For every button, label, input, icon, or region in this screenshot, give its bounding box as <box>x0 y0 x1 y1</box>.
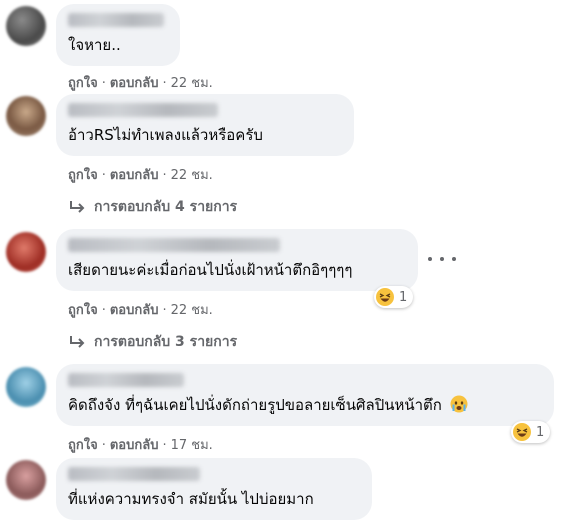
separator: · <box>162 303 167 318</box>
author-name[interactable] <box>68 238 280 252</box>
avatar[interactable] <box>6 232 46 272</box>
comment-actions: ถูกใจ · ตอบกลับ · 22 ชม. <box>68 72 213 93</box>
reply-link[interactable]: ตอบกลับ <box>110 168 159 183</box>
view-replies-link[interactable]: การตอบกลับ 3 รายการ <box>68 331 237 353</box>
reaction-count: 1 <box>536 424 545 440</box>
reply-link[interactable]: ตอบกลับ <box>110 303 159 318</box>
timestamp[interactable]: 22 ชม. <box>171 168 213 183</box>
separator: · <box>101 438 106 453</box>
author-name[interactable] <box>68 467 200 481</box>
comment-bubble: อ้าวRSไม่ทำเพลงแล้วหรือครับ <box>56 94 354 156</box>
comment-bubble: ใจหาย.. <box>56 4 180 66</box>
haha-reaction-icon <box>376 288 394 306</box>
comment-text: ที่แห่งความทรงจำ สมัยนั้น ไปบ่อยมาก <box>68 490 314 508</box>
crying-face-icon <box>450 395 468 418</box>
avatar[interactable] <box>6 367 46 407</box>
author-name[interactable] <box>68 13 164 27</box>
comment-text: เสียดายนะค่ะเมื่อก่อนไปนั่งเฝ้าหน้าตึกอิ… <box>68 261 353 279</box>
reply-arrow-icon <box>70 201 85 213</box>
reaction-summary[interactable]: 1 <box>374 286 414 308</box>
separator: · <box>101 168 106 183</box>
more-options-icon[interactable] <box>428 252 456 266</box>
reply-link[interactable]: ตอบกลับ <box>110 76 159 91</box>
like-link[interactable]: ถูกใจ <box>68 76 98 91</box>
reply-arrow-icon <box>70 336 85 348</box>
like-link[interactable]: ถูกใจ <box>68 168 98 183</box>
timestamp[interactable]: 22 ชม. <box>171 76 213 91</box>
timestamp[interactable]: 17 ชม. <box>171 438 213 453</box>
separator: · <box>101 303 106 318</box>
comment-text: คิดถึงจัง ที่ๆฉันเคยไปนั่งดักถ่ายรูปขอลา… <box>68 395 468 418</box>
comment-bubble: เสียดายนะค่ะเมื่อก่อนไปนั่งเฝ้าหน้าตึกอิ… <box>56 229 418 291</box>
author-name[interactable] <box>68 103 218 117</box>
avatar[interactable] <box>6 460 46 500</box>
separator: · <box>101 76 106 91</box>
comment-text-content: คิดถึงจัง ที่ๆฉันเคยไปนั่งดักถ่ายรูปขอลา… <box>68 396 442 414</box>
separator: · <box>162 438 167 453</box>
author-name[interactable] <box>68 373 184 387</box>
replies-count-label: การตอบกลับ 4 รายการ <box>94 199 238 215</box>
comment-text: ใจหาย.. <box>68 36 121 54</box>
reply-link[interactable]: ตอบกลับ <box>110 438 159 453</box>
comment-actions: ถูกใจ · ตอบกลับ · 22 ชม. <box>68 299 213 320</box>
avatar[interactable] <box>6 96 46 136</box>
comment-actions: ถูกใจ · ตอบกลับ · 22 ชม. <box>68 164 213 185</box>
view-replies-link[interactable]: การตอบกลับ 4 รายการ <box>68 196 237 218</box>
haha-reaction-icon <box>513 423 531 441</box>
comment-actions: ถูกใจ · ตอบกลับ · 17 ชม. <box>68 434 213 455</box>
comment-bubble: ที่แห่งความทรงจำ สมัยนั้น ไปบ่อยมาก <box>56 458 372 520</box>
replies-count-label: การตอบกลับ 3 รายการ <box>94 334 238 350</box>
reaction-summary[interactable]: 1 <box>511 421 551 443</box>
comment-text: อ้าวRSไม่ทำเพลงแล้วหรือครับ <box>68 126 263 144</box>
separator: · <box>162 168 167 183</box>
separator: · <box>162 76 167 91</box>
avatar[interactable] <box>6 6 46 46</box>
like-link[interactable]: ถูกใจ <box>68 303 98 318</box>
like-link[interactable]: ถูกใจ <box>68 438 98 453</box>
reaction-count: 1 <box>399 289 408 305</box>
timestamp[interactable]: 22 ชม. <box>171 303 213 318</box>
comment-bubble: คิดถึงจัง ที่ๆฉันเคยไปนั่งดักถ่ายรูปขอลา… <box>56 364 554 426</box>
